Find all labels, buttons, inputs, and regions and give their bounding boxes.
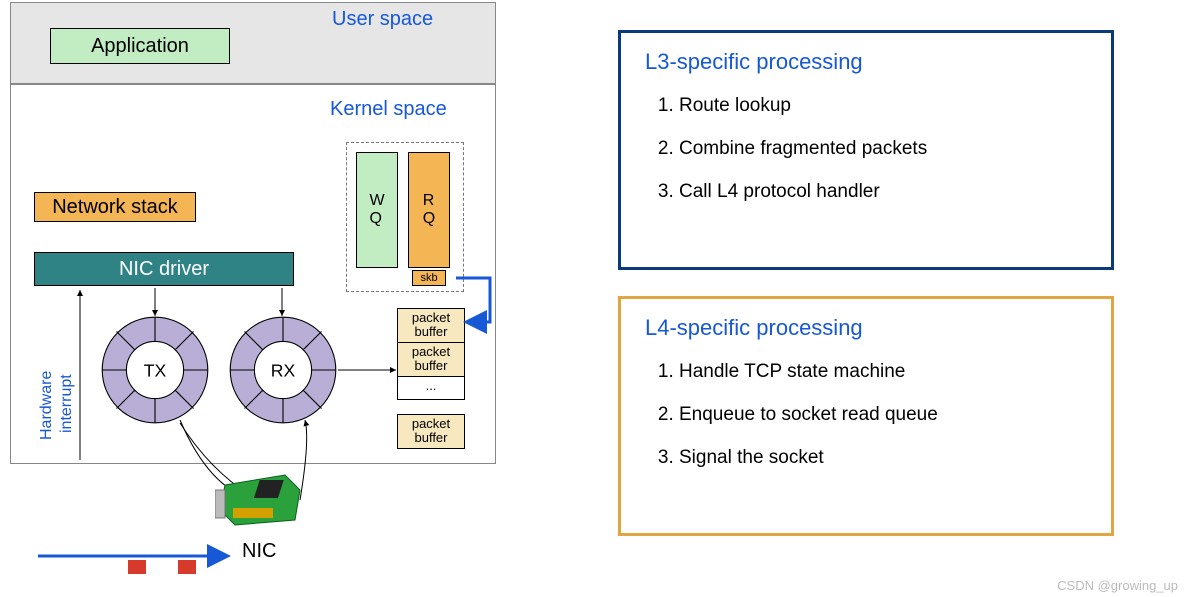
l3-title: L3-specific processing	[645, 49, 1087, 75]
svg-text:TX: TX	[144, 361, 167, 381]
packet-buffer-ellipsis: ...	[397, 376, 465, 400]
read-queue: R Q	[408, 152, 450, 268]
write-queue: W Q	[356, 152, 398, 268]
l4-item: Handle TCP state machine	[679, 351, 1111, 394]
l4-panel: L4-specific processing Handle TCP state …	[618, 296, 1114, 536]
l4-item: Signal the socket	[679, 437, 1111, 480]
network-diagram: User space Application Kernel space Netw…	[10, 0, 500, 580]
packet-buffer-2: packet buffer	[397, 342, 465, 377]
packet-buffer-1: packet buffer	[397, 308, 465, 343]
l4-item: Enqueue to socket read queue	[679, 394, 1111, 437]
kernel-space-label: Kernel space	[330, 98, 447, 121]
network-stack-box: Network stack	[34, 192, 196, 222]
hardware-interrupt-label-2: interrupt	[58, 328, 76, 433]
packet-buffer-4: packet buffer	[397, 414, 465, 449]
l4-list: Handle TCP state machine Enqueue to sock…	[621, 351, 1111, 479]
l3-item: Combine fragmented packets	[679, 128, 1111, 171]
nic-icon	[215, 470, 305, 530]
rx-ring: RX	[228, 315, 338, 425]
svg-text:RX: RX	[271, 361, 296, 381]
hardware-interrupt-label-1: Hardware	[38, 320, 56, 440]
nic-driver-box: NIC driver	[34, 252, 294, 286]
l3-panel: L3-specific processing Route lookup Comb…	[618, 30, 1114, 270]
skb-box: skb	[412, 270, 446, 286]
tx-ring: TX	[100, 315, 210, 425]
watermark: CSDN @growing_up	[1057, 578, 1178, 593]
application-box: Application	[50, 28, 230, 64]
l3-item: Route lookup	[679, 85, 1111, 128]
nic-label: NIC	[242, 540, 276, 563]
l4-title: L4-specific processing	[645, 315, 1087, 341]
l3-list: Route lookup Combine fragmented packets …	[621, 85, 1111, 213]
user-space-label: User space	[332, 8, 433, 31]
l3-item: Call L4 protocol handler	[679, 171, 1111, 214]
